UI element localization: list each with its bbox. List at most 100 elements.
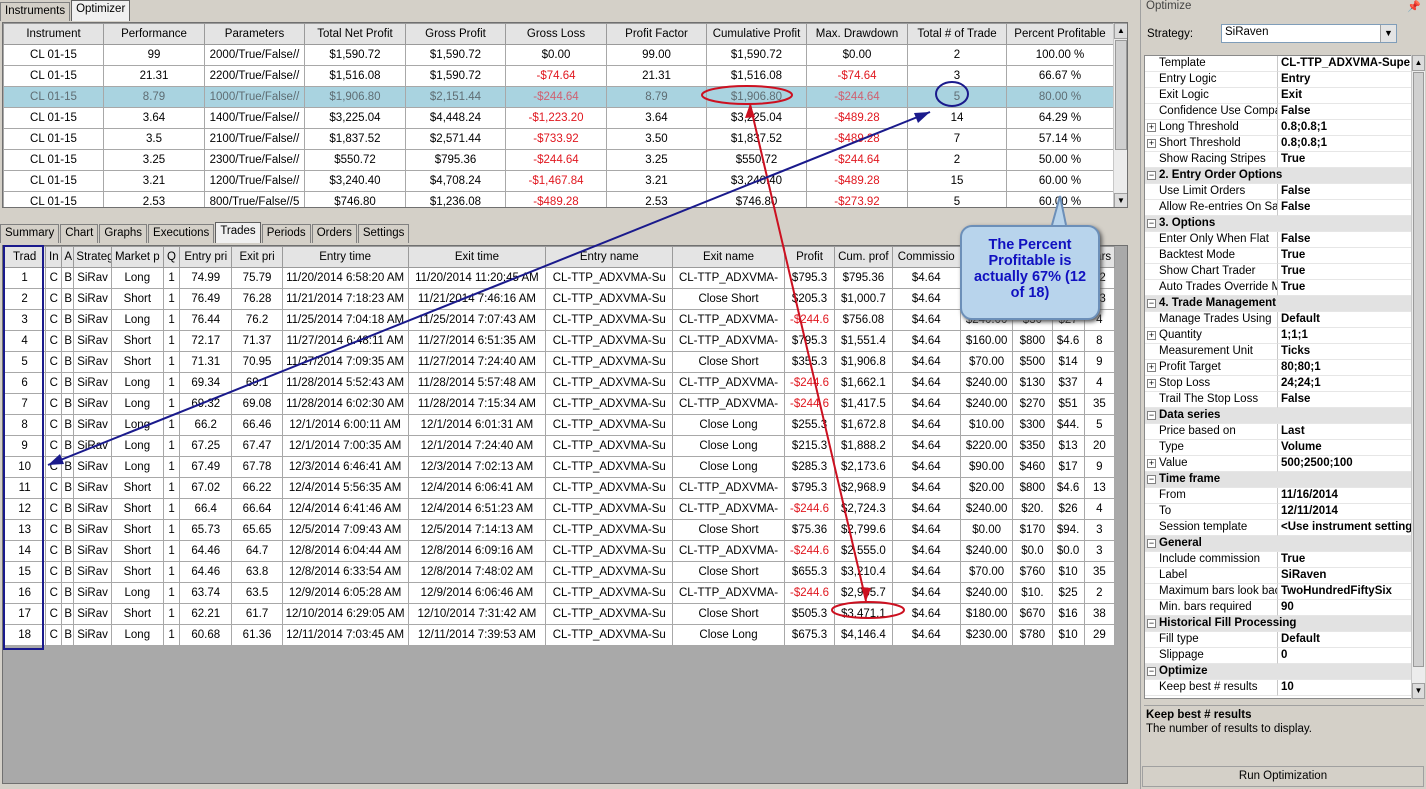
- expand-icon[interactable]: +: [1147, 363, 1156, 372]
- column-header[interactable]: A: [61, 246, 75, 268]
- column-header[interactable]: Gross Profit: [405, 23, 506, 45]
- property-value[interactable]: 12/11/2014: [1278, 504, 1411, 520]
- property-row[interactable]: Backtest Mode True: [1145, 248, 1411, 264]
- scroll-thumb[interactable]: [1115, 40, 1127, 150]
- property-value[interactable]: <Use instrument setting: [1278, 520, 1411, 536]
- table-row[interactable]: 14 C B SiRav Short 1 64.46 64.7 12/8/2014 6:04:4…: [3, 540, 1116, 562]
- property-category[interactable]: − General: [1145, 536, 1411, 552]
- property-row[interactable]: Keep best # results 10: [1145, 680, 1411, 696]
- property-row[interactable]: Price based on Last: [1145, 424, 1411, 440]
- chevron-down-icon[interactable]: ▼: [1380, 25, 1396, 42]
- table-row[interactable]: 9 C B SiRav Long 1 67.25 67.47 12/1/2014 7:00:35…: [3, 435, 1116, 457]
- property-value[interactable]: True: [1278, 248, 1411, 264]
- scroll-down-icon[interactable]: ▼: [1412, 683, 1425, 699]
- property-value[interactable]: CL-TTP_ADXVMA-Supe: [1278, 56, 1411, 72]
- table-row[interactable]: 7 C B SiRav Long 1 69.32 69.08 11/28/2014 6:02:3…: [3, 393, 1116, 415]
- property-row[interactable]: Maximum bars look bac TwoHundredFiftySix: [1145, 584, 1411, 600]
- table-row[interactable]: 13 C B SiRav Short 1 65.73 65.65 12/5/2014 7:09:…: [3, 519, 1116, 541]
- collapse-icon[interactable]: −: [1147, 667, 1156, 676]
- property-row[interactable]: Label SiRaven: [1145, 568, 1411, 584]
- table-row[interactable]: CL 01-15 21.31 2200/True/False//$1,516.08 $…: [3, 65, 1114, 87]
- column-header[interactable]: Percent Profitable: [1006, 23, 1114, 45]
- optimizer-scrollbar[interactable]: ▲ ▼: [1113, 23, 1127, 207]
- column-header[interactable]: Entry time: [281, 246, 409, 268]
- tab-trades[interactable]: Trades: [215, 222, 261, 243]
- scroll-down-icon[interactable]: ▼: [1114, 193, 1127, 207]
- table-row[interactable]: CL 01-15 2.53 800/True/False//5 $746.80 $1,2…: [3, 191, 1114, 207]
- collapse-icon[interactable]: −: [1147, 411, 1156, 420]
- table-row[interactable]: CL 01-15 3.25 2300/True/False//$550.72 $795…: [3, 149, 1114, 171]
- expand-icon[interactable]: +: [1147, 379, 1156, 388]
- property-row[interactable]: Include commission True: [1145, 552, 1411, 568]
- column-header[interactable]: Max. Drawdown: [806, 23, 908, 45]
- property-row[interactable]: Fill type Default: [1145, 632, 1411, 648]
- property-value[interactable]: True: [1278, 152, 1411, 168]
- scroll-thumb[interactable]: [1413, 72, 1424, 667]
- column-header[interactable]: Entry name: [545, 246, 674, 268]
- property-row[interactable]: From 11/16/2014: [1145, 488, 1411, 504]
- tab-executions[interactable]: Executions: [148, 224, 215, 243]
- table-row[interactable]: 15 C B SiRav Short 1 64.46 63.8 12/8/2014 6:33:5…: [3, 561, 1116, 583]
- property-category[interactable]: − Optimize: [1145, 664, 1411, 680]
- property-value[interactable]: 0: [1278, 648, 1411, 664]
- property-row[interactable]: + Quantity 1;1;1: [1145, 328, 1411, 344]
- expand-icon[interactable]: +: [1147, 139, 1156, 148]
- table-row[interactable]: 16 C B SiRav Long 1 63.74 63.5 12/9/2014 6:05:28…: [3, 582, 1116, 604]
- property-category[interactable]: −4. Trade Management: [1145, 296, 1411, 312]
- column-header[interactable]: Parameters: [204, 23, 305, 45]
- property-value[interactable]: 24;24;1: [1278, 376, 1411, 392]
- column-header[interactable]: Exit time: [407, 246, 547, 268]
- table-row[interactable]: 6 C B SiRav Long 1 69.34 69.1 11/28/2014 5:52:43…: [3, 372, 1116, 394]
- table-row[interactable]: CL 01-15 99 2000/True/False//$1,590.72 $1,5…: [3, 44, 1114, 66]
- table-row[interactable]: 8 C B SiRav Long 1 66.2 66.46 12/1/2014 6:00:11 …: [3, 414, 1116, 436]
- property-value[interactable]: False: [1278, 392, 1411, 408]
- property-value[interactable]: 0.8;0.8;1: [1278, 136, 1411, 152]
- property-row[interactable]: + Stop Loss 24;24;1: [1145, 376, 1411, 392]
- strategy-select[interactable]: SiRaven ▼: [1221, 24, 1397, 43]
- column-header[interactable]: Profit: [783, 246, 836, 268]
- column-header[interactable]: Instrument: [3, 23, 104, 45]
- scroll-up-icon[interactable]: ▲: [1114, 23, 1127, 39]
- property-value[interactable]: True: [1278, 552, 1411, 568]
- property-row[interactable]: Show Chart Trader True: [1145, 264, 1411, 280]
- table-row[interactable]: 18 C B SiRav Long 1 60.68 61.36 12/11/2014 7:03:…: [3, 624, 1116, 646]
- tab-periods[interactable]: Periods: [261, 224, 311, 243]
- table-row[interactable]: 10 C B SiRav Long 1 67.49 67.78 12/3/2014 6:46:4…: [3, 456, 1116, 478]
- table-row[interactable]: 11 C B SiRav Short 1 67.02 66.22 12/4/2014 5:56:…: [3, 477, 1116, 499]
- property-value[interactable]: Ticks: [1278, 344, 1411, 360]
- property-value[interactable]: True: [1278, 264, 1411, 280]
- collapse-icon[interactable]: −: [1147, 299, 1156, 308]
- pin-icon[interactable]: 📌: [1407, 0, 1421, 13]
- table-row[interactable]: 17 C B SiRav Short 1 62.21 61.7 12/10/2014 6:29:…: [3, 603, 1116, 625]
- column-header[interactable]: Strateg: [73, 246, 112, 268]
- property-value[interactable]: Entry: [1278, 72, 1411, 88]
- property-category[interactable]: − Time frame: [1145, 472, 1411, 488]
- table-row[interactable]: CL 01-15 3.5 2100/True/False//$1,837.52 $2,…: [3, 128, 1114, 150]
- expand-icon[interactable]: +: [1147, 331, 1156, 340]
- property-row[interactable]: + Value 500;2500;100: [1145, 456, 1411, 472]
- property-row[interactable]: Slippage 0: [1145, 648, 1411, 664]
- property-value[interactable]: 10: [1278, 680, 1411, 696]
- property-value[interactable]: False: [1278, 184, 1411, 200]
- collapse-icon[interactable]: −: [1147, 171, 1156, 180]
- property-value[interactable]: TwoHundredFiftySix: [1278, 584, 1411, 600]
- property-row[interactable]: Template CL-TTP_ADXVMA-Supe: [1145, 56, 1411, 72]
- collapse-icon[interactable]: −: [1147, 539, 1156, 548]
- property-value[interactable]: Last: [1278, 424, 1411, 440]
- property-value[interactable]: False: [1278, 104, 1411, 120]
- column-header[interactable]: Commissio: [891, 246, 961, 268]
- property-value[interactable]: Default: [1278, 632, 1411, 648]
- tab-summary[interactable]: Summary: [0, 224, 60, 243]
- run-optimization-button[interactable]: Run Optimization: [1142, 766, 1424, 787]
- property-row[interactable]: To 12/11/2014: [1145, 504, 1411, 520]
- column-header[interactable]: Performance: [103, 23, 205, 45]
- property-row[interactable]: Exit Logic Exit: [1145, 88, 1411, 104]
- property-value[interactable]: 500;2500;100: [1278, 456, 1411, 472]
- tab-graphs[interactable]: Graphs: [99, 224, 148, 243]
- table-row[interactable]: 2 C B SiRav Short 1 76.49 76.28 11/21/2014 7:18:…: [3, 288, 1116, 310]
- property-value[interactable]: SiRaven: [1278, 568, 1411, 584]
- property-value[interactable]: False: [1278, 200, 1411, 216]
- property-value[interactable]: Default: [1278, 312, 1411, 328]
- expand-icon[interactable]: +: [1147, 459, 1156, 468]
- tab-instruments[interactable]: Instruments: [0, 2, 71, 21]
